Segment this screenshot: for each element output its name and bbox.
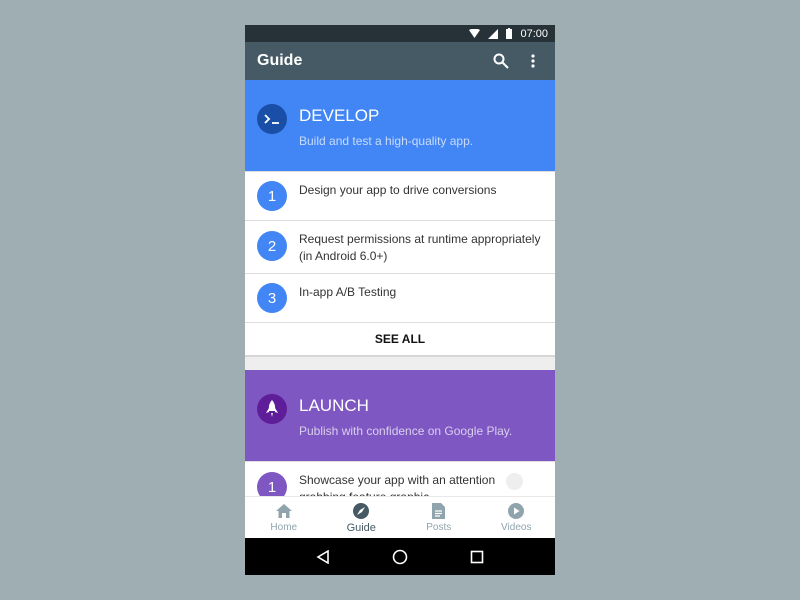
list-item[interactable]: 2 Request permissions at runtime appropr…: [245, 220, 555, 273]
guide-list[interactable]: DEVELOP Build and test a high-quality ap…: [245, 80, 555, 496]
list-item[interactable]: 1 Showcase your app with an attention gr…: [245, 461, 555, 496]
tab-label: Guide: [346, 521, 376, 534]
tab-label: Posts: [426, 522, 452, 533]
step-number: 1: [257, 181, 287, 211]
bottom-navigation: Home Guide Posts Videos: [245, 496, 555, 539]
item-text: Design your app to drive conversions: [299, 183, 497, 197]
tab-label: Home: [270, 521, 298, 533]
section-subtitle: Publish with confidence on Google Play.: [299, 424, 513, 438]
section-subtitle: Build and test a high-quality app.: [299, 134, 474, 148]
step-number: 2: [257, 231, 287, 261]
item-text: Showcase your app with an attention grab…: [299, 473, 496, 496]
item-text: Request permissions at runtime appropria…: [299, 232, 541, 263]
develop-section-header[interactable]: DEVELOP Build and test a high-quality ap…: [245, 80, 555, 171]
wifi-icon: [469, 28, 481, 38]
item-text: In-app A/B Testing: [299, 285, 397, 299]
section-title: DEVELOP: [299, 106, 380, 125]
terminal-icon: [257, 104, 287, 134]
page-title: Guide: [257, 52, 303, 69]
see-all-button[interactable]: SEE ALL: [245, 322, 555, 357]
step-number: 3: [257, 283, 287, 313]
back-icon[interactable]: [316, 549, 330, 564]
more-vert-icon[interactable]: [523, 51, 543, 71]
battery-icon: [506, 28, 513, 39]
home-icon: [275, 503, 292, 518]
tab-videos[interactable]: Videos: [478, 497, 556, 539]
rocket-icon: [257, 394, 287, 424]
step-number: 1: [257, 472, 287, 496]
status-bar: 07:00: [245, 25, 555, 42]
status-time: 07:00: [520, 27, 548, 40]
tab-home[interactable]: Home: [245, 497, 323, 539]
signal-icon: [488, 28, 499, 39]
touch-ripple: [506, 473, 523, 490]
list-item[interactable]: 1 Design your app to drive conversions: [245, 171, 555, 220]
tab-guide[interactable]: Guide: [323, 497, 401, 539]
home-circle-icon[interactable]: [392, 549, 408, 565]
play-circle-icon: [508, 503, 525, 519]
app-bar: Guide: [245, 42, 555, 80]
recents-icon[interactable]: [470, 550, 484, 564]
section-divider: [245, 357, 555, 370]
compass-icon: [353, 502, 370, 519]
document-icon: [432, 503, 446, 519]
launch-section-header[interactable]: LAUNCH Publish with confidence on Google…: [245, 370, 555, 461]
phone-screen: 07:00 Guide DEVELOP Build and test a hig…: [245, 25, 555, 575]
search-icon[interactable]: [491, 51, 511, 71]
tab-label: Videos: [501, 522, 532, 533]
list-item[interactable]: 3 In-app A/B Testing: [245, 273, 555, 322]
system-navigation-bar: [245, 538, 555, 575]
section-title: LAUNCH: [299, 396, 369, 415]
tab-posts[interactable]: Posts: [400, 497, 478, 539]
